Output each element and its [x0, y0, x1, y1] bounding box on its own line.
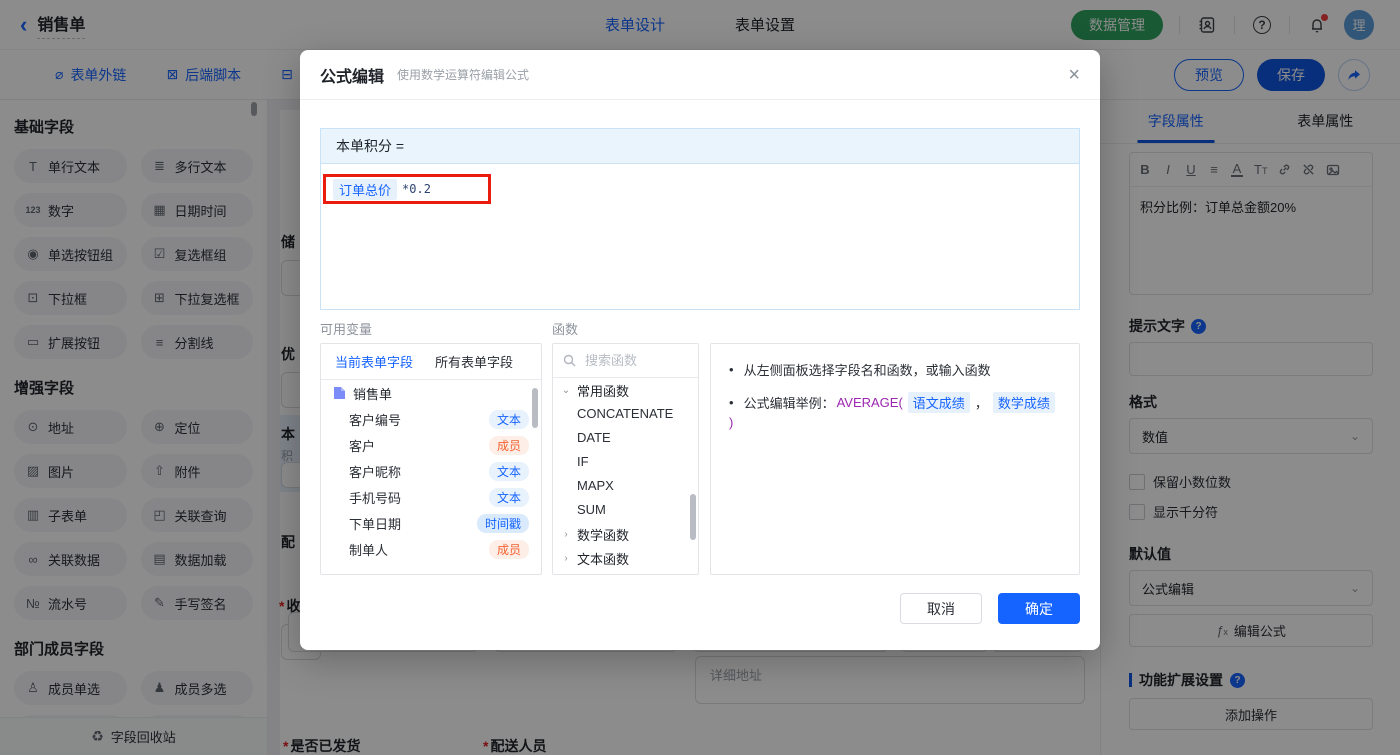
- annotation-highlight-box: 订单总价 *0.2: [323, 174, 491, 204]
- example-field-chip: 数学成绩: [992, 392, 1055, 413]
- formula-input-area[interactable]: 订单总价 *0.2: [321, 164, 1079, 309]
- function-search-input[interactable]: [583, 352, 683, 369]
- search-icon: [563, 354, 576, 367]
- type-badge: 成员: [488, 435, 529, 455]
- help-line-2: • 公式编辑举例： AVERAGE( 语文成绩 ， 数学成绩 ): [729, 392, 1061, 430]
- variables-panel: 当前表单字段 所有表单字段 销售单 客户编号 文本 客户 成员 客户昵称 文本: [320, 343, 542, 575]
- example-field-chip: 语文成绩: [907, 392, 970, 413]
- variable-row[interactable]: 客户编号 文本: [321, 406, 541, 432]
- type-badge: 文本: [488, 487, 529, 507]
- formula-expression[interactable]: *0.2: [402, 182, 431, 196]
- variables-scrollbar[interactable]: [532, 388, 538, 428]
- formula-edit-modal: 公式编辑 使用数学运算符编辑公式 × 本单积分 = 订单总价 *0.2 可用变量…: [300, 50, 1100, 650]
- modal-subtitle: 使用数学运算符编辑公式: [397, 68, 530, 82]
- close-icon[interactable]: ×: [1068, 65, 1080, 85]
- variable-row[interactable]: 客户昵称 文本: [321, 458, 541, 484]
- confirm-button[interactable]: 确定: [998, 593, 1080, 624]
- function-item[interactable]: MAPX: [553, 474, 698, 498]
- variable-row[interactable]: 手机号码 文本: [321, 484, 541, 510]
- caret-right-icon: ›: [564, 528, 568, 540]
- type-badge: 时间戳: [476, 513, 529, 533]
- field-token-chip[interactable]: 订单总价: [333, 178, 398, 200]
- function-item[interactable]: CONCATENATE: [553, 402, 698, 426]
- caret-right-icon: ›: [564, 552, 568, 564]
- form-node[interactable]: 销售单: [321, 380, 541, 406]
- function-group-text[interactable]: › 文本函数: [553, 546, 698, 570]
- help-panel: • 从左侧面板选择字段名和函数，或输入函数 • 公式编辑举例： AVERAGE(…: [710, 343, 1080, 575]
- function-item[interactable]: SUM: [553, 498, 698, 522]
- modal-title: 公式编辑: [320, 68, 385, 86]
- functions-section-label: 函数: [552, 322, 579, 337]
- functions-panel: ⌄ 常用函数 CONCATENATE DATE IF MAPX SUM › 数学…: [552, 343, 699, 575]
- functions-scrollbar[interactable]: [690, 494, 696, 540]
- caret-down-icon: ⌄: [561, 384, 571, 396]
- tab-all-form-fields[interactable]: 所有表单字段: [435, 352, 513, 371]
- variable-row[interactable]: 制单人 成员: [321, 536, 541, 562]
- variable-row[interactable]: 下单日期 时间戳: [321, 510, 541, 536]
- variables-section-label: 可用变量: [320, 322, 373, 337]
- formula-editor: 本单积分 = 订单总价 *0.2: [320, 128, 1080, 310]
- formula-target-label: 本单积分 =: [321, 129, 1079, 164]
- type-badge: 文本: [488, 409, 529, 429]
- type-badge: 文本: [488, 461, 529, 481]
- function-item[interactable]: IF: [553, 450, 698, 474]
- cancel-button[interactable]: 取消: [900, 593, 982, 624]
- document-icon: [333, 386, 346, 400]
- type-badge: 成员: [488, 539, 529, 559]
- help-line-1: • 从左侧面板选择字段名和函数，或输入函数: [729, 362, 991, 378]
- tab-current-form-fields[interactable]: 当前表单字段: [335, 352, 413, 371]
- function-group-common[interactable]: ⌄ 常用函数: [553, 378, 698, 402]
- app-screen: ‹ 销售单 表单设计 表单设置 数据管理 ? 理 ⌀ 表单外链 ⊠ 后端脚本 ⊟…: [0, 0, 1400, 755]
- function-item[interactable]: DATE: [553, 426, 698, 450]
- variable-row[interactable]: 客户 成员: [321, 432, 541, 458]
- function-group-math[interactable]: › 数学函数: [553, 522, 698, 546]
